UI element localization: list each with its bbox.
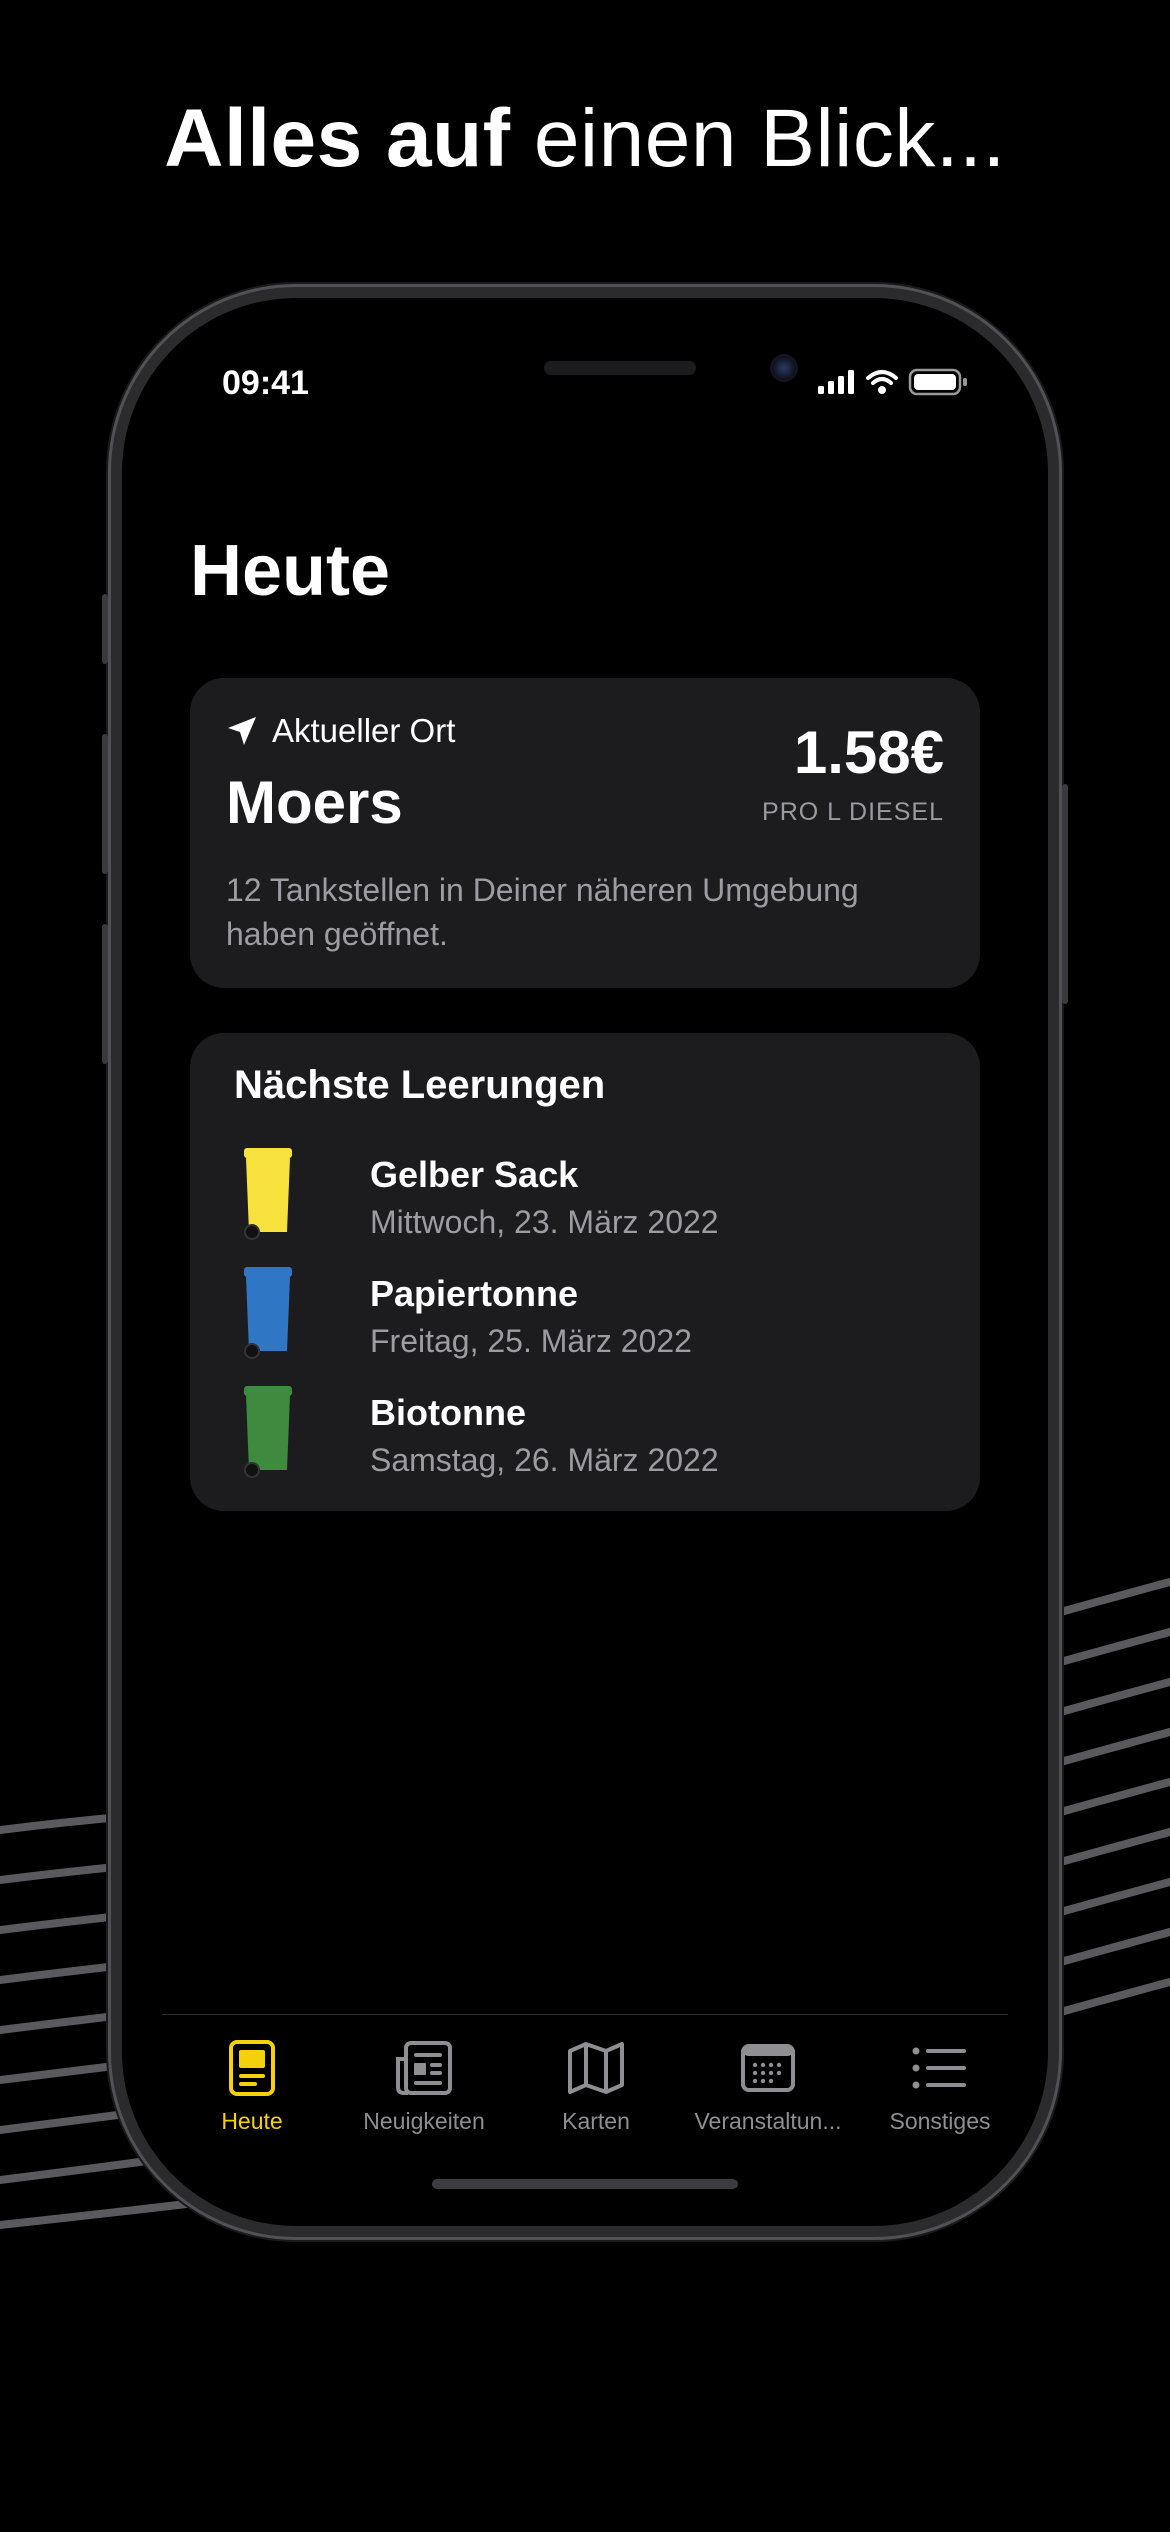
volume-up-button — [102, 734, 108, 874]
app-screen: 09:41 Heute Aktueller Ort Moers 1.58€ PR… — [122, 298, 1048, 2226]
location-arrow-icon — [228, 717, 256, 745]
pickup-item[interactable]: Biotonne Samstag, 26. März 2022 — [234, 1386, 934, 1486]
wifi-dot — [878, 386, 886, 394]
headline-regular: einen Blick... — [510, 93, 1006, 184]
blue-bin-icon — [244, 1267, 292, 1359]
tab-label: Karten — [562, 2108, 630, 2134]
tab-label: Sonstiges — [889, 2108, 991, 2134]
pickup-name: Biotonne — [370, 1392, 526, 1433]
phone-frame: 09:41 Heute Aktueller Ort Moers 1.58€ PR… — [102, 284, 1068, 2240]
tab-heute[interactable]: Heute — [162, 2038, 342, 2135]
pickup-date: Freitag, 25. März 2022 — [370, 1323, 692, 1359]
promo-headline: Alles auf einen Blick... — [0, 92, 1170, 186]
pickup-name: Papiertonne — [370, 1273, 579, 1314]
tab-neuigkeiten[interactable]: Neuigkeiten — [334, 2038, 514, 2135]
status-time: 09:41 — [222, 364, 309, 402]
signal-icon — [818, 370, 854, 394]
power-button — [1062, 784, 1068, 1004]
front-camera — [770, 354, 798, 382]
speaker-grille — [544, 361, 696, 375]
pickup-card[interactable]: Nächste Leerungen Gelber Sack Mittwoch, … — [190, 1033, 980, 1511]
pickup-item[interactable]: Gelber Sack Mittwoch, 23. März 2022 — [234, 1148, 934, 1248]
headline-bold: Alles auf — [164, 93, 511, 184]
gas-station-info: 12 Tankstellen in Deiner näheren Umgebun… — [226, 872, 859, 952]
tab-sonstiges[interactable]: Sonstiges — [850, 2038, 1030, 2135]
tab-veranstaltungen[interactable]: Veranstaltun... — [678, 2038, 858, 2135]
tab-label: Heute — [221, 2108, 283, 2134]
tab-label: Neuigkeiten — [363, 2108, 485, 2134]
list-icon — [912, 2047, 966, 2089]
map-icon — [568, 2042, 624, 2094]
tab-label: Veranstaltun... — [694, 2108, 842, 2134]
location-label: Aktueller Ort — [272, 712, 456, 749]
pickup-date: Mittwoch, 23. März 2022 — [370, 1204, 719, 1240]
battery-icon — [908, 368, 967, 396]
volume-down-button — [102, 924, 108, 1064]
wifi-icon — [866, 370, 898, 385]
pickup-item[interactable]: Papiertonne Freitag, 25. März 2022 — [234, 1267, 934, 1367]
location-card[interactable]: Aktueller Ort Moers 1.58€ PRO L DIESEL 1… — [190, 678, 980, 988]
yellow-bin-icon — [244, 1148, 292, 1240]
calendar-icon — [741, 2044, 795, 2092]
mute-switch — [102, 594, 108, 664]
pickup-date: Samstag, 26. März 2022 — [370, 1442, 719, 1478]
green-bin-icon — [244, 1386, 292, 1478]
pickup-section-title: Nächste Leerungen — [234, 1063, 606, 1107]
pickup-name: Gelber Sack — [370, 1154, 579, 1195]
location-row: Aktueller Ort — [226, 712, 455, 750]
newspaper-icon — [396, 2041, 452, 2095]
tab-bar-divider — [162, 2014, 1008, 2015]
page-title: Heute — [190, 531, 391, 611]
fuel-price: 1.58€ — [793, 719, 944, 786]
today-icon — [229, 2040, 275, 2096]
home-indicator[interactable] — [432, 2179, 738, 2189]
city-name: Moers — [226, 769, 403, 836]
tab-karten[interactable]: Karten — [506, 2038, 686, 2135]
status-icons — [818, 368, 978, 403]
fuel-price-label: PRO L DIESEL — [762, 798, 944, 826]
